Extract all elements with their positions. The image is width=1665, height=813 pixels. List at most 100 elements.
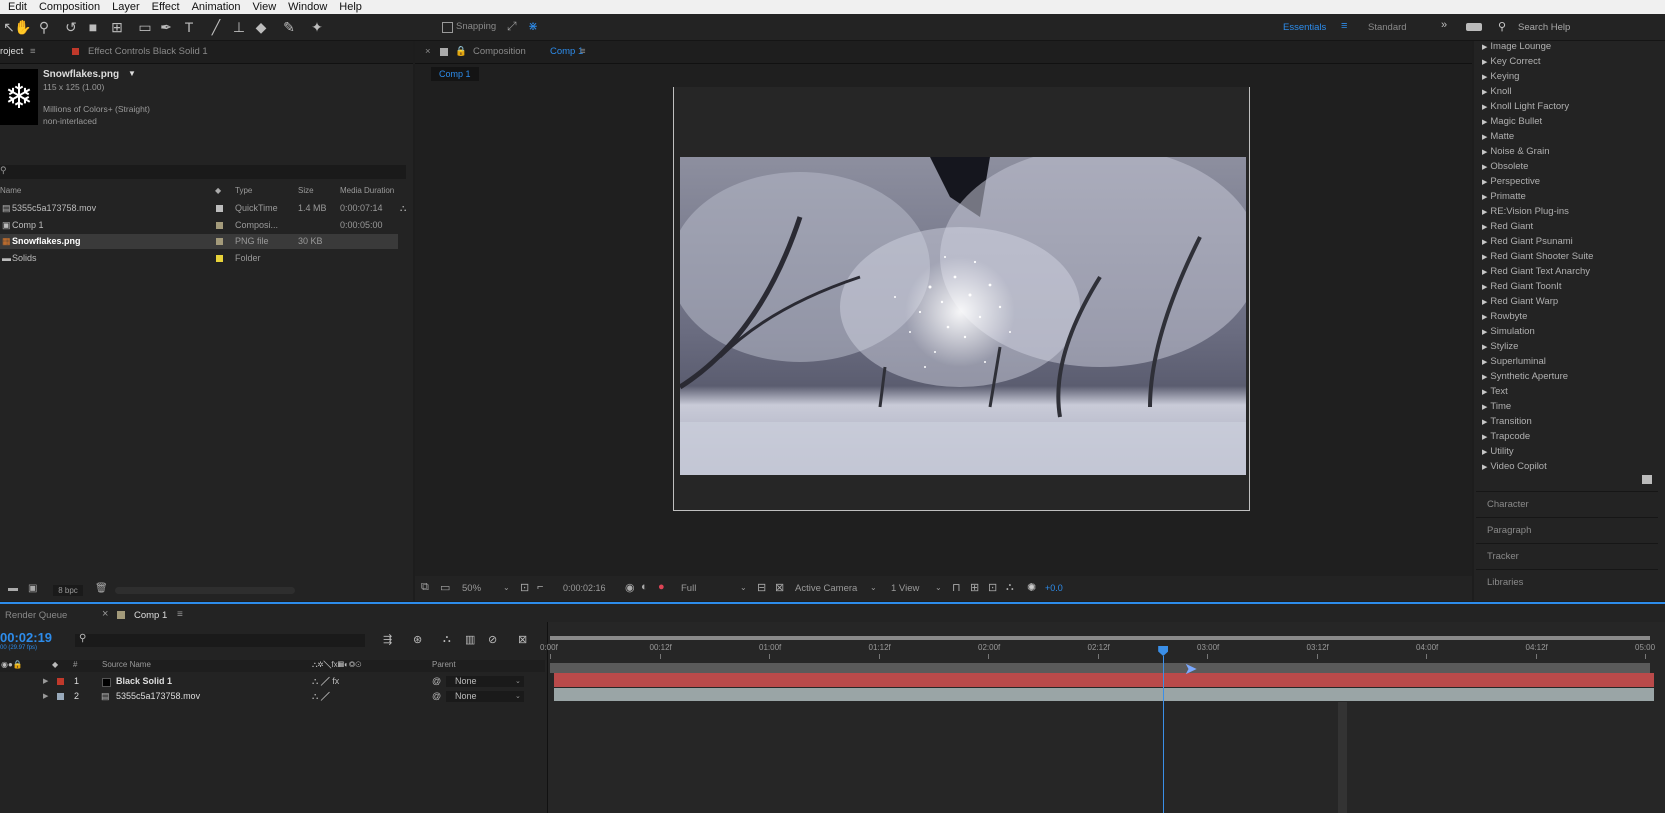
layer-expand-icon[interactable]: ▶ — [43, 689, 48, 704]
layer-number-column-icon[interactable]: # — [73, 660, 77, 669]
trash-icon[interactable]: 🗑 — [95, 583, 108, 594]
composition-tab-label[interactable]: Composition — [473, 46, 526, 57]
col-type[interactable]: Type — [235, 186, 252, 195]
list-item-selected[interactable]: ▦ Snowflakes.png PNG file 30 KB — [0, 234, 398, 249]
layer-label-swatch[interactable] — [57, 678, 64, 685]
expand-triangle-icon[interactable]: ▶ — [1482, 164, 1487, 171]
viewer-timecode[interactable]: 0:00:02:16 — [563, 583, 606, 593]
expand-triangle-icon[interactable]: ▶ — [1482, 389, 1487, 396]
pan-behind-tool-icon[interactable]: ⊞ — [108, 18, 126, 36]
parent-pickwhip-icon[interactable]: @ — [432, 689, 441, 704]
expand-triangle-icon[interactable]: ▶ — [1482, 119, 1487, 126]
effect-category[interactable]: ▶ Synthetic Aperture — [1482, 371, 1568, 382]
camera-select[interactable]: Active Camera — [795, 583, 857, 594]
effect-category[interactable]: ▶ Red Giant Warp — [1482, 296, 1558, 307]
transparency-grid-icon[interactable]: ⊠ — [775, 581, 784, 594]
expand-triangle-icon[interactable]: ▶ — [1482, 104, 1487, 111]
list-item[interactable]: ▬ Solids Folder — [0, 251, 413, 266]
expand-triangle-icon[interactable]: ▶ — [1482, 89, 1487, 96]
switches-icons[interactable]: ⛬✲╲fx▦◐◎⊙ — [312, 660, 361, 670]
views-chevron-icon[interactable]: ⌄ — [935, 583, 942, 592]
expand-triangle-icon[interactable]: ▶ — [1482, 134, 1487, 141]
zoom-tool-icon[interactable]: ⚲ — [35, 18, 53, 36]
pixel-aspect-icon[interactable]: ⊓ — [952, 581, 961, 594]
snap-icon[interactable]: ⤢ — [507, 19, 517, 34]
expand-triangle-icon[interactable]: ▶ — [1482, 239, 1487, 246]
rectangle-tool-icon[interactable]: ▭ — [136, 18, 154, 36]
region-icon[interactable]: ⌐ — [537, 581, 543, 593]
project-scrollbar[interactable] — [115, 587, 295, 594]
clone-stamp-tool-icon[interactable]: ⊥ — [230, 18, 248, 36]
flowchart-view-icon[interactable]: ⛬ — [1006, 581, 1014, 594]
effect-category[interactable]: ▶ Obsolete — [1482, 161, 1528, 172]
av-switches-icon[interactable]: ◉●🔒 — [1, 660, 23, 669]
expand-triangle-icon[interactable]: ▶ — [1482, 269, 1487, 276]
effect-category[interactable]: ▶ RE:Vision Plug-ins — [1482, 206, 1569, 217]
pen-tool-icon[interactable]: ✒ — [157, 18, 175, 36]
label-col-icon[interactable]: ◆ — [215, 186, 221, 195]
panel-tracker[interactable]: Tracker — [1487, 551, 1519, 562]
expand-triangle-icon[interactable]: ▶ — [1482, 434, 1487, 441]
expand-triangle-icon[interactable]: ▶ — [1482, 194, 1487, 201]
quality-select[interactable]: Full — [681, 583, 696, 594]
menu-composition[interactable]: Composition — [39, 1, 100, 13]
col-duration[interactable]: Media Duration — [340, 186, 394, 195]
project-search-input[interactable] — [0, 165, 406, 179]
effect-category[interactable]: ▶ Simulation — [1482, 326, 1535, 337]
eraser-tool-icon[interactable]: ◆ — [252, 18, 270, 36]
effect-category[interactable]: ▶ Red Giant — [1482, 221, 1533, 232]
effect-category[interactable]: ▶ Magic Bullet — [1482, 116, 1542, 127]
flowchart-icon[interactable]: ⛬ — [400, 201, 406, 216]
expand-triangle-icon[interactable]: ▶ — [1482, 284, 1487, 291]
col-size[interactable]: Size — [298, 186, 314, 195]
panel-paragraph[interactable]: Paragraph — [1487, 525, 1531, 536]
effect-category[interactable]: ▶ Key Correct — [1482, 56, 1541, 67]
effect-category[interactable]: ▶ Time — [1482, 401, 1511, 412]
menu-window[interactable]: Window — [288, 1, 327, 13]
label-swatch[interactable] — [216, 205, 223, 212]
expand-triangle-icon[interactable]: ▶ — [1482, 59, 1487, 66]
tab-comp1[interactable]: Comp 1 — [134, 610, 167, 621]
roi-icon[interactable]: ⊟ — [757, 581, 766, 594]
work-area-bar[interactable] — [550, 636, 1650, 640]
new-bin-icon[interactable] — [1642, 475, 1652, 484]
preview-dropdown-icon[interactable]: ▼ — [128, 69, 136, 78]
layer1-duration-bar[interactable] — [554, 673, 1654, 687]
quality-chevron-icon[interactable]: ⌄ — [740, 583, 747, 592]
layer-switches-icon[interactable]: ⛬ ╱ — [312, 689, 330, 704]
label-column-icon[interactable]: ◆ — [52, 660, 58, 669]
expand-triangle-icon[interactable]: ▶ — [1482, 449, 1487, 456]
panel-libraries[interactable]: Libraries — [1487, 577, 1523, 588]
menu-effect[interactable]: Effect — [152, 1, 180, 13]
comp-subtab[interactable]: Comp 1 — [431, 67, 479, 81]
layer-row[interactable]: ▶ 1 Black Solid 1 ⛬ ╱ fx @ None ⌄ — [0, 674, 545, 689]
workspace-menu-icon[interactable]: ≡ — [1341, 20, 1347, 32]
label-swatch[interactable] — [216, 255, 223, 262]
expand-triangle-icon[interactable]: ▶ — [1482, 464, 1487, 471]
expand-triangle-icon[interactable]: ▶ — [1482, 179, 1487, 186]
expand-triangle-icon[interactable]: ▶ — [1482, 299, 1487, 306]
panel-menu-icon[interactable]: ≡ — [30, 46, 36, 57]
lock-icon[interactable]: 🔒 — [455, 46, 467, 57]
list-item[interactable]: ▣ Comp 1 Composi... 0:00:05:00 — [0, 218, 413, 233]
close-comp-tab-icon[interactable]: × — [102, 608, 108, 620]
snap-options-icon[interactable]: ⋇ — [528, 19, 538, 33]
exposure-icon[interactable]: ✺ — [1027, 581, 1036, 594]
menu-view[interactable]: View — [253, 1, 277, 13]
effect-category[interactable]: ▶ Image Lounge — [1482, 41, 1551, 52]
tab-render-queue[interactable]: Render Queue — [5, 610, 67, 621]
roto-brush-tool-icon[interactable]: ✎ — [280, 18, 298, 36]
effect-category[interactable]: ▶ Trapcode — [1482, 431, 1530, 442]
show-snapshot-icon[interactable]: ◐ — [641, 581, 648, 593]
resolution-icon[interactable]: ⊡ — [520, 581, 529, 594]
parent-chevron-icon[interactable]: ⌄ — [515, 689, 521, 704]
expand-triangle-icon[interactable]: ▶ — [1482, 419, 1487, 426]
timeline-icon[interactable]: ⊡ — [988, 581, 997, 594]
effect-category[interactable]: ▶ Red Giant Shooter Suite — [1482, 251, 1593, 262]
frame-blending-icon[interactable]: ▥ — [465, 633, 475, 646]
menu-animation[interactable]: Animation — [192, 1, 241, 13]
motion-blur-icon[interactable]: ⊘ — [488, 633, 497, 646]
effect-category[interactable]: ▶ Transition — [1482, 416, 1532, 427]
effect-category[interactable]: ▶ Noise & Grain — [1482, 146, 1550, 157]
expand-triangle-icon[interactable]: ▶ — [1482, 254, 1487, 261]
